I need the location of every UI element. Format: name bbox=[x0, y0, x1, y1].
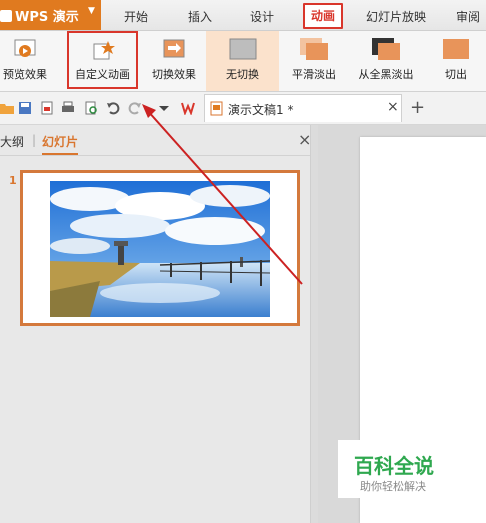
watermark: 百科全说 助你轻松解决 bbox=[338, 440, 464, 498]
watermark-subtitle: 助你轻松解决 bbox=[360, 480, 426, 493]
watermark-title: 百科全说 bbox=[354, 454, 434, 478]
